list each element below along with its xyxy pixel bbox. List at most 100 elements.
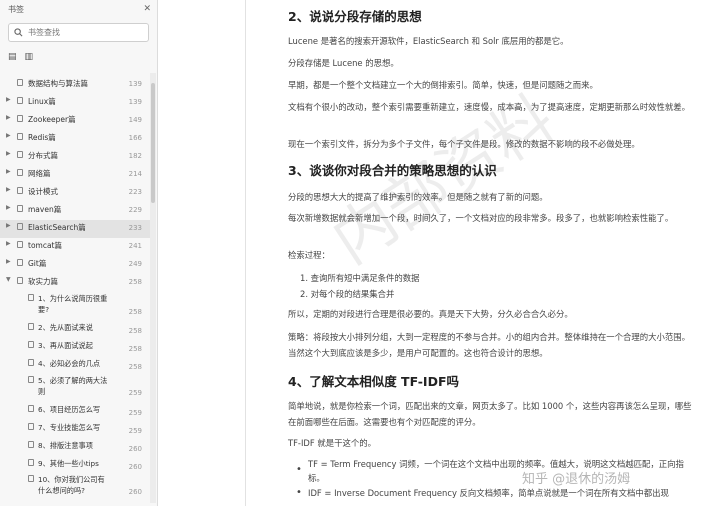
book-icon bbox=[28, 459, 34, 466]
bookmark-search-box[interactable] bbox=[8, 23, 149, 42]
paragraph: 分段的思想大大的提高了维护索引的效率。但是随之就有了新的问题。 bbox=[288, 192, 548, 202]
toc-item[interactable]: ▶ Linux篇 139 bbox=[0, 96, 150, 110]
toc-sub-item-page: 260 bbox=[128, 463, 142, 471]
toc-item-label: Linux篇 bbox=[28, 97, 56, 106]
toc-sub-item[interactable]: 10、你对我们公司有什么想问的吗? 260 bbox=[0, 474, 150, 498]
toc-item-label: 网络篇 bbox=[28, 169, 51, 178]
toc-item-page: 149 bbox=[128, 116, 142, 124]
toc-item-label: ElasticSearch篇 bbox=[28, 223, 86, 232]
expand-arrow-icon[interactable]: ▶ bbox=[6, 258, 12, 265]
toc-sub-item-label: 4、必知必会的几点 bbox=[38, 359, 101, 368]
toc-item-page: 229 bbox=[128, 206, 142, 214]
paragraph: 简单地说，就是你检索一个词，匹配出来的文章，网页太多了。比如 1000 个，这些… bbox=[288, 401, 692, 427]
section-heading: 4、了解文本相似度 TF-IDF吗 bbox=[288, 374, 459, 389]
toc-sub-item-page: 259 bbox=[128, 409, 142, 417]
toc-sub-item[interactable]: 3、再从面试说起 258 bbox=[0, 340, 150, 354]
book-icon bbox=[17, 79, 23, 86]
toc-sub-item-label: 5、必须了解的两大法则 bbox=[38, 376, 108, 396]
toc-sub-item-label: 3、再从面试说起 bbox=[38, 341, 93, 350]
toc-sub-item-page: 258 bbox=[128, 345, 142, 353]
list-item: 2. 对每个段的结果集合并 bbox=[300, 289, 395, 299]
book-icon bbox=[28, 423, 34, 430]
book-icon bbox=[17, 151, 23, 158]
expand-arrow-icon[interactable]: ▶ bbox=[6, 240, 12, 247]
paragraph: 分段存储是 Lucene 的思想。 bbox=[288, 58, 399, 68]
toc-item-page: 139 bbox=[128, 98, 142, 106]
toc-item[interactable]: ▼ 软实力篇 258 bbox=[0, 276, 150, 290]
expand-arrow-icon[interactable]: ▶ bbox=[6, 204, 12, 211]
toc-item-label: Zookeeper篇 bbox=[28, 115, 76, 124]
toc-item[interactable]: ▶ 分布式篇 182 bbox=[0, 150, 150, 164]
toc-item[interactable]: ▶ 网络篇 214 bbox=[0, 168, 150, 182]
expand-arrow-icon[interactable]: ▶ bbox=[6, 150, 12, 157]
toc-item-selected[interactable]: ▶ ElasticSearch篇 233 bbox=[0, 220, 150, 238]
close-icon[interactable]: ✕ bbox=[143, 4, 151, 14]
expand-arrow-icon[interactable]: ▶ bbox=[6, 186, 12, 193]
view-toggles: ▤ ▥ bbox=[0, 42, 157, 63]
toc-item[interactable]: ▶ tomcat篇 241 bbox=[0, 240, 150, 254]
list-view-icon[interactable]: ▤ bbox=[8, 51, 17, 63]
toc-sub-item-page: 259 bbox=[128, 427, 142, 435]
toc-sub-item[interactable]: 1、为什么说简历很重要? 258 bbox=[0, 293, 150, 317]
book-icon bbox=[17, 205, 23, 212]
expand-arrow-icon[interactable]: ▶ bbox=[6, 168, 12, 175]
expand-arrow-icon[interactable]: ▶ bbox=[6, 114, 12, 121]
toc-sub-item-page: 260 bbox=[128, 488, 142, 496]
toc-sub-item[interactable]: 4、必知必会的几点 258 bbox=[0, 358, 150, 372]
toc-item-page: 241 bbox=[128, 242, 142, 250]
expand-arrow-icon[interactable]: ▶ bbox=[6, 222, 12, 229]
toc-sub-item-label: 1、为什么说简历很重要? bbox=[38, 294, 108, 314]
scrollbar-thumb[interactable] bbox=[151, 83, 155, 203]
search-input[interactable] bbox=[28, 28, 138, 37]
expand-arrow-icon[interactable]: ▶ bbox=[6, 96, 12, 103]
toc-sub-item[interactable]: 2、先从面试来说 258 bbox=[0, 322, 150, 336]
toc-item-page: 182 bbox=[128, 152, 142, 160]
book-icon bbox=[17, 187, 23, 194]
toc-sub-item[interactable]: 5、必须了解的两大法则 259 bbox=[0, 375, 150, 399]
book-icon bbox=[28, 359, 34, 366]
section-heading: 2、说说分段存储的思想 bbox=[288, 9, 422, 24]
book-icon bbox=[28, 475, 34, 482]
toc-sub-item-label: 7、专业技能怎么写 bbox=[38, 423, 101, 432]
expand-arrow-icon[interactable]: ▶ bbox=[6, 132, 12, 139]
sidebar-scrollbar[interactable] bbox=[150, 73, 156, 503]
toc-item[interactable]: ▶ maven篇 229 bbox=[0, 204, 150, 218]
toc-item[interactable]: ▶ Git篇 249 bbox=[0, 258, 150, 272]
bookmarks-sidebar: 书签 ✕ ▤ ▥ 数据结构与算法篇 139 ▶ Linux篇 139 ▶ Zoo… bbox=[0, 0, 158, 506]
toc-item-label: 设计模式 bbox=[28, 187, 58, 196]
toc-item[interactable]: ▶ 设计模式 223 bbox=[0, 186, 150, 200]
sidebar-header: 书签 ✕ bbox=[0, 0, 157, 18]
toc-sub-item[interactable]: 8、排版注意事项 260 bbox=[0, 440, 150, 454]
book-icon bbox=[17, 241, 23, 248]
toc-item-label: 分布式篇 bbox=[28, 151, 58, 160]
toc-item-label: Git篇 bbox=[28, 259, 47, 268]
book-icon bbox=[17, 223, 23, 230]
book-icon bbox=[28, 405, 34, 412]
toc-item-label: 数据结构与算法篇 bbox=[28, 79, 88, 88]
collapse-arrow-icon[interactable]: ▼ bbox=[6, 276, 12, 283]
book-icon bbox=[17, 277, 23, 284]
paragraph: 检索过程： bbox=[288, 250, 330, 260]
paragraph: TF-IDF 就是干这个的。 bbox=[288, 438, 376, 448]
toc-sub-item[interactable]: 7、专业技能怎么写 259 bbox=[0, 422, 150, 436]
toc-item[interactable]: ▶ Zookeeper篇 149 bbox=[0, 114, 150, 128]
toc-sub-item-label: 2、先从面试来说 bbox=[38, 323, 93, 332]
toc-sub-item-label: 10、你对我们公司有什么想问的吗? bbox=[38, 475, 105, 495]
book-icon bbox=[17, 97, 23, 104]
book-icon bbox=[28, 294, 34, 301]
bullet-item: TF = Term Frequency 词频，一个词在这个文档中出现的频率。值越… bbox=[308, 457, 693, 485]
bullet-text: IDF = Inverse Document Frequency 反向文档频率，… bbox=[308, 488, 669, 498]
book-icon bbox=[28, 341, 34, 348]
toc-sub-item[interactable]: 6、项目经历怎么写 259 bbox=[0, 404, 150, 418]
bookmark-view-icon[interactable]: ▥ bbox=[25, 51, 34, 63]
bullet-dot-icon: • bbox=[296, 464, 302, 475]
section-heading: 3、谈谈你对段合并的策略思想的认识 bbox=[288, 163, 497, 178]
toc-item[interactable]: 数据结构与算法篇 139 bbox=[0, 78, 150, 92]
paragraph: 所以，定期的对段进行合理是很必要的。真是天下大势，分久必合合久必分。 bbox=[288, 309, 573, 319]
toc-sub-item-page: 258 bbox=[128, 363, 142, 371]
toc-sub-item-page: 259 bbox=[128, 389, 142, 397]
toc-sub-item[interactable]: 9、其他一些小tips 260 bbox=[0, 458, 150, 472]
toc-sub-item-label: 6、项目经历怎么写 bbox=[38, 405, 101, 414]
toc-item-label: tomcat篇 bbox=[28, 241, 62, 250]
toc-item[interactable]: ▶ Redis篇 166 bbox=[0, 132, 150, 146]
